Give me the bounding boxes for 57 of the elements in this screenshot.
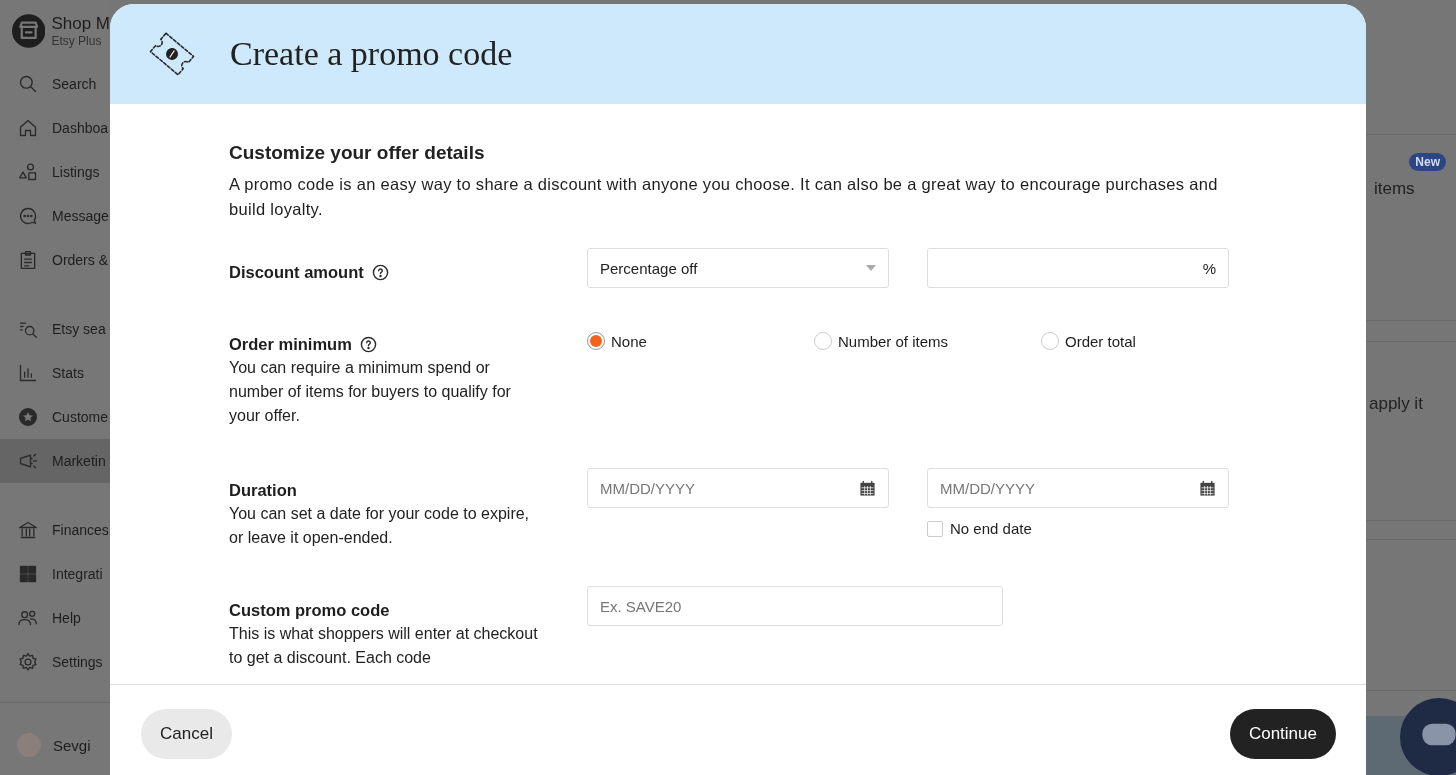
radio-option[interactable]: Order total [1041,332,1268,350]
field-label: Duration [229,480,297,501]
start-date-field[interactable]: MM/DD/YYYY [587,468,889,508]
sidebar-item[interactable]: Settings [0,640,110,684]
megaphone-icon [18,451,38,471]
user-menu[interactable]: Sevgi [0,715,110,775]
calendar-icon [1199,479,1216,497]
star-badge-icon [18,407,38,427]
field-description: You can require a minimum spend or number of items for buyers to qualify for your offer. [229,358,512,426]
promo-code-field[interactable]: Ex. SAVE20 [587,586,1003,626]
calendar-icon [859,479,876,497]
card-text: items [1373,179,1416,199]
sidebar-item[interactable]: Integrati [0,552,110,596]
shapes-icon [18,162,38,182]
sidebar-item[interactable]: Orders & [0,238,110,282]
cancel-button[interactable]: Cancel [141,709,232,759]
field-label: Custom promo code [229,600,390,621]
radio-option[interactable]: Number of items [814,332,1041,350]
end-date-field[interactable]: MM/DD/YYYY [927,468,1229,508]
sidebar-item[interactable]: Listings [0,150,110,194]
radio-option[interactable]: None [587,332,814,350]
continue-button[interactable]: Continue [1229,709,1336,759]
chat-button[interactable] [1400,698,1456,775]
sidebar-item[interactable]: Search [0,62,110,106]
sidebar-item[interactable]: Finances [0,508,110,552]
section-heading: Customize your offer details [229,142,486,164]
sidebar-item[interactable]: Custome [0,395,110,439]
grid-icon [18,564,38,584]
field-label: Discount amount [229,262,364,283]
caret-icon [866,265,876,271]
card-text: apply it [1368,394,1424,414]
no-end-date-checkbox[interactable]: No end date [927,520,1229,537]
sidebar-item[interactable]: Etsy sea [0,307,110,351]
sidebar-item[interactable]: Message [0,194,110,238]
clipboard-icon [18,250,38,270]
sidebar-item[interactable]: Dashboa [0,106,110,150]
sidebar-item[interactable]: Marketin [0,439,110,483]
intro-text: A promo code is an easy way to share a discount with anyone you choose. It can also be a great way to encourage purchases and build loyalty. [229,174,1219,220]
search-icon [18,74,38,94]
discount-type-dropdown[interactable]: Percentage off [587,248,889,288]
shop-name[interactable]: Shop M [51,14,110,34]
shop-logo-icon [12,13,46,49]
bank-icon [18,520,38,540]
house-icon [18,118,38,138]
chat-bubble-icon [18,206,38,226]
people-icon [18,608,38,628]
field-description: You can set a date for your code to expire, or leave it open-ended. [229,504,531,548]
bar-chart-icon [18,363,38,383]
field-label: Order minimum [229,334,352,355]
sidebar-item[interactable]: Help [0,596,110,640]
plan-label: Etsy Plus [51,34,103,48]
sidebar-item[interactable]: Stats [0,351,110,395]
amount-input[interactable]: % [927,248,1229,288]
field-description: This is what shoppers will enter at checkout to get a discount. Each code [229,624,539,668]
dialog-title: Create a promo code [230,35,513,73]
settings-icon [18,652,38,672]
new-badge: New [1409,153,1446,171]
